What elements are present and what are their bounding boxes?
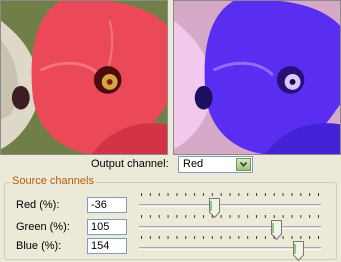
- red-slider-ticks: [141, 193, 319, 196]
- green-percent-input[interactable]: 105: [87, 219, 127, 235]
- red-percent-value: -36: [91, 199, 107, 211]
- green-slider-track[interactable]: [139, 226, 321, 229]
- blue-label: Blue (%):: [16, 240, 62, 252]
- blue-slider-ticks: [141, 236, 319, 239]
- green-percent-value: 105: [91, 221, 110, 233]
- chevron-down-icon[interactable]: [236, 158, 251, 171]
- original-preview-image: [0, 0, 168, 155]
- red-percent-input[interactable]: -36: [87, 197, 127, 213]
- blue-percent-value: 154: [91, 240, 110, 252]
- output-channel-select[interactable]: Red: [178, 156, 253, 173]
- red-slider-track[interactable]: [139, 204, 321, 207]
- green-label: Green (%):: [16, 221, 70, 233]
- red-label: Red (%):: [16, 199, 60, 211]
- green-slider-ticks: [141, 215, 319, 218]
- source-channels-title: Source channels: [10, 175, 96, 187]
- blue-percent-input[interactable]: 154: [87, 238, 127, 254]
- output-channel-label: Output channel:: [91, 158, 169, 170]
- output-channel-value: Red: [183, 158, 204, 170]
- result-preview-image: [173, 0, 341, 155]
- blue-slider-thumb[interactable]: [292, 241, 304, 261]
